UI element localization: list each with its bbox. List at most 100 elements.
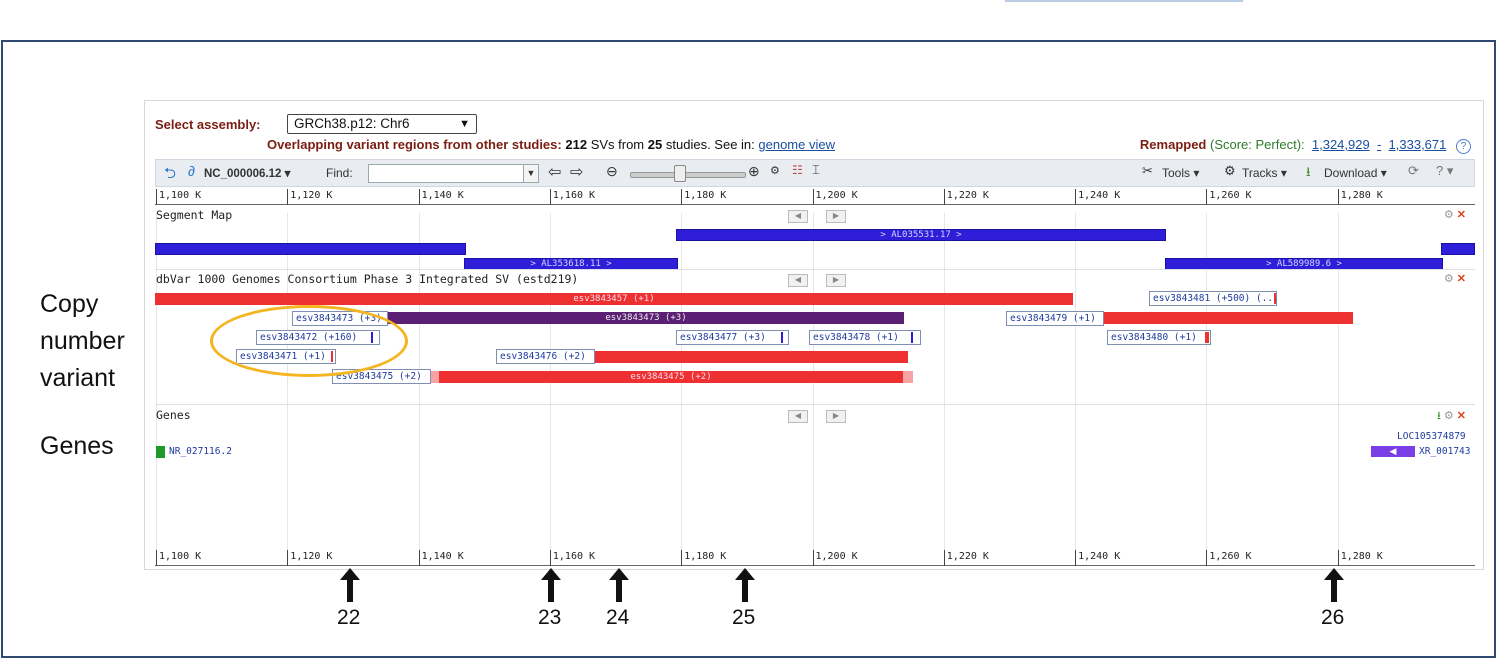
assembly-label: Select assembly:	[155, 117, 261, 132]
refresh-icon[interactable]: ⟳	[1408, 163, 1419, 179]
overlap-count: 212	[565, 137, 588, 152]
genes-nav: ◀ ▶	[788, 410, 864, 423]
help-icon[interactable]: ?	[1456, 139, 1471, 154]
variant-tick[interactable]	[1274, 293, 1276, 304]
ruler-tick-label: 1,260 K	[1206, 189, 1252, 205]
remapped-label: Remapped	[1139, 137, 1207, 152]
variant-tick[interactable]	[911, 332, 913, 343]
nav-next-button[interactable]: ▶	[826, 410, 846, 423]
variant-tag[interactable]: esv3843481 (+500) (...	[1149, 291, 1279, 306]
gene-bar-nr027116[interactable]	[156, 446, 165, 458]
nav-prev-button[interactable]: ◀	[788, 274, 808, 287]
close-icon[interactable]: ✕	[1457, 273, 1469, 285]
zoom-slider-track[interactable]	[630, 172, 746, 178]
variant-tick[interactable]	[1205, 332, 1209, 343]
ruler-tick-label: 1,160 K	[549, 189, 595, 205]
chevron-down-icon: ▼	[459, 118, 470, 130]
nav-prev-button[interactable]: ◀	[788, 410, 808, 423]
tools-label: Tools	[1162, 166, 1191, 180]
segment-bar[interactable]: > AL035531.17 >	[676, 229, 1166, 241]
ruler-tick-label: 1,120 K	[287, 189, 332, 205]
tools-icon: ✂	[1142, 163, 1153, 178]
segment-map-nav: ◀ ▶	[788, 210, 864, 223]
close-icon[interactable]: ✕	[1457, 410, 1469, 422]
tracks-menu[interactable]: Tracks ▾	[1242, 166, 1287, 180]
find-label: Find:	[326, 166, 353, 180]
overlap-mid: SVs from	[590, 137, 645, 152]
gene-bar-xr001743[interactable]: ◀	[1371, 446, 1415, 457]
gene-label-nr027116[interactable]: NR_027116.2	[169, 446, 232, 457]
variant-bar[interactable]: esv3843473 (+3)	[388, 312, 904, 324]
sequence-dropdown[interactable]: NC_000006.12 ▾	[204, 166, 290, 180]
position-arrow-icon	[1324, 568, 1344, 602]
position-arrow-icon	[609, 568, 629, 602]
track-separator	[155, 269, 1475, 270]
position-arrow-icon	[340, 568, 360, 602]
position-arrow-label: 24	[606, 606, 630, 629]
help-menu-icon[interactable]: ? ▾	[1436, 163, 1453, 179]
grid-line	[156, 213, 157, 553]
ruler-tick-label: 1,200 K	[812, 550, 858, 566]
ruler-tick-label: 1,280 K	[1337, 189, 1383, 205]
zoom-slider-handle[interactable]	[674, 165, 686, 182]
settings-icon[interactable]: ⚙	[1444, 209, 1457, 221]
nav-next-button[interactable]: ▶	[826, 274, 846, 287]
variant-tick[interactable]	[781, 332, 783, 343]
genome-view-link[interactable]: genome view	[758, 137, 835, 152]
segment-map-controls: ⚙✕	[1444, 208, 1469, 221]
download-menu[interactable]: Download ▾	[1324, 166, 1387, 180]
marker-icon[interactable]: ⚙	[770, 164, 780, 177]
find-dropdown-button[interactable]: ▼	[523, 164, 539, 183]
zoom-in-icon[interactable]: ⊕	[748, 163, 760, 180]
undo-icon[interactable]: ⮌	[164, 163, 176, 188]
nav-prev-button[interactable]: ◀	[788, 210, 808, 223]
ruler-tick-label: 1,180 K	[681, 550, 726, 566]
variant-tag[interactable]: esv3843477 (+3)	[676, 330, 789, 345]
arrow-left-icon[interactable]: ⇦	[548, 162, 561, 182]
variant-tag[interactable]: esv3843476 (+2)	[496, 349, 595, 364]
remapped-score: (Score: Perfect):	[1210, 137, 1305, 152]
sequence-icon: ∂	[188, 163, 195, 179]
find-input[interactable]	[368, 164, 524, 183]
sequence-label: NC_000006.12	[204, 168, 282, 180]
download-icon: ⭳	[1306, 164, 1311, 179]
position-arrow-label: 22	[337, 606, 361, 629]
grid-line	[943, 213, 945, 553]
variant-tag[interactable]: esv3843479 (+1)	[1006, 311, 1104, 326]
ruler-tick-label: 1,200 K	[812, 189, 858, 205]
remap-end-link[interactable]: 1,333,671	[1389, 137, 1447, 152]
tools-menu[interactable]: Tools ▾	[1162, 166, 1199, 180]
settings-icon[interactable]: ⚙	[1444, 410, 1457, 422]
gene-label-loc105374879[interactable]: LOC105374879	[1397, 431, 1475, 442]
viewer-toolbar: ⮌ ∂ NC_000006.12 ▾ Find: ▼ ⇦ ⇨ ⊖ ⊕ ⚙ ☷ ⌶…	[155, 159, 1475, 187]
genes-track-label: Genes	[156, 408, 191, 422]
variant-tag[interactable]: esv3843478 (+1)	[809, 330, 921, 345]
dbvar-nav: ◀ ▶	[788, 274, 864, 287]
assembly-select[interactable]: GRCh38.p12: Chr6 ▼	[287, 114, 477, 134]
nav-next-button[interactable]: ▶	[826, 210, 846, 223]
variant-bar[interactable]: esv3843475 (+2)	[431, 371, 913, 383]
copy-number-variant-label: Copy number variant	[40, 286, 125, 397]
variant-tag[interactable]: esv3843480 (+1)	[1107, 330, 1211, 345]
grid-line	[681, 213, 683, 553]
collapse-icon[interactable]: ⌶	[812, 162, 820, 178]
variant-bar[interactable]	[595, 351, 908, 363]
segment-bar[interactable]	[155, 243, 466, 255]
gene-label-xr001743[interactable]: XR_001743	[1419, 446, 1475, 457]
cnv-label-line2: number	[40, 327, 125, 355]
close-icon[interactable]: ✕	[1457, 209, 1469, 221]
ruler-tick-label: 1,120 K	[287, 550, 332, 566]
color-bars-icon[interactable]: ☷	[792, 163, 803, 177]
variant-bar[interactable]: esv3843457 (+1)	[155, 293, 1073, 305]
grid-line	[1075, 213, 1077, 553]
overlap-suffix: studies. See in:	[665, 137, 755, 152]
overlap-studies: 25	[647, 137, 663, 152]
overlap-summary: Overlapping variant regions from other s…	[267, 137, 835, 152]
segment-bar[interactable]	[1441, 243, 1475, 255]
remap-start-link[interactable]: 1,324,929	[1312, 137, 1370, 152]
zoom-out-icon[interactable]: ⊖	[606, 163, 618, 180]
download-icon[interactable]: ⭳	[1437, 410, 1444, 422]
variant-bar[interactable]	[1104, 312, 1353, 324]
settings-icon[interactable]: ⚙	[1444, 273, 1457, 285]
arrow-right-icon[interactable]: ⇨	[570, 162, 583, 182]
